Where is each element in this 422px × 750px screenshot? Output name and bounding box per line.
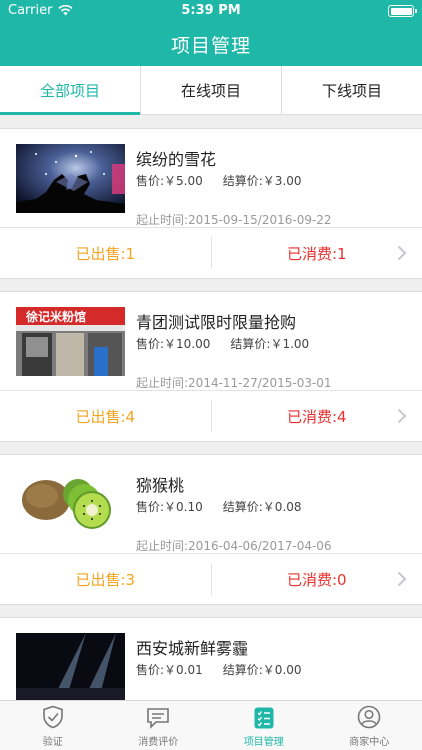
consumed-count: 已消费:1 <box>286 244 347 263</box>
project-card-stats[interactable]: 已出售:3 已消费:0 <box>0 554 422 604</box>
project-prices: 售价:￥0.10 结算价:￥0.08 <box>136 498 302 515</box>
project-card[interactable]: 西安城新鲜雾霾 售价:￥0.01 结算价:￥0.00 <box>0 617 422 700</box>
tabbar-item-project-management[interactable]: 项目管理 <box>211 701 317 750</box>
checklist-icon <box>254 707 274 729</box>
chevron-right-icon[interactable] <box>397 408 407 424</box>
tabbar-item-reviews[interactable]: 消费评价 <box>106 701 212 750</box>
project-dates: 起止时间:2016-04-06/2017-04-06 <box>136 539 332 553</box>
project-name: 西安城新鲜雾霾 <box>136 639 249 658</box>
project-card-stats[interactable]: 已出售:1 已消费:1 <box>0 228 422 278</box>
project-card-main[interactable]: 西安城新鲜雾霾 售价:￥0.01 结算价:￥0.00 <box>0 618 422 700</box>
chevron-right-icon[interactable] <box>397 571 407 587</box>
sale-price: 售价:￥0.01 <box>136 663 203 677</box>
battery-icon <box>388 5 417 17</box>
project-dates: 起止时间:2015-09-15/2016-09-22 <box>136 213 332 227</box>
project-name: 缤纷的雪花 <box>136 150 217 169</box>
sale-price: 售价:￥10.00 <box>136 337 211 351</box>
project-card[interactable]: 缤纷的雪花 售价:￥5.00 结算价:￥3.00 起止时间:2015-09-15… <box>0 128 422 279</box>
comment-icon <box>147 708 170 729</box>
sale-price: 售价:￥0.10 <box>136 500 203 514</box>
project-name: 猕猴桃 <box>136 476 185 495</box>
tab-online-projects[interactable]: 在线项目 <box>141 66 282 114</box>
project-card[interactable]: 徐记米粉馆 青团测试限时限量抢购 售价:￥10.00 结算价:￥1.00 起止时… <box>0 291 422 442</box>
project-name: 青团测试限时限量抢购 <box>136 313 297 332</box>
sold-count: 已出售:3 <box>0 563 212 595</box>
project-card-main[interactable]: 徐记米粉馆 青团测试限时限量抢购 售价:￥10.00 结算价:￥1.00 起止时… <box>0 292 422 391</box>
project-list: 缤纷的雪花 售价:￥5.00 结算价:￥3.00 起止时间:2015-09-15… <box>0 116 422 700</box>
concert-hands-image <box>16 144 125 213</box>
storefront-sign-text: 徐记米粉馆 <box>25 309 86 324</box>
tab-offline-projects[interactable]: 下线项目 <box>282 66 422 114</box>
tabbar-item-verify[interactable]: 验证 <box>0 701 106 750</box>
sold-count: 已出售:4 <box>0 400 212 432</box>
project-prices: 售价:￥0.01 结算价:￥0.00 <box>136 661 302 678</box>
kiwi-image <box>16 470 125 539</box>
status-time: 5:39 PM <box>181 3 241 18</box>
project-card-main[interactable]: 缤纷的雪花 售价:￥5.00 结算价:￥3.00 起止时间:2015-09-15… <box>0 129 422 228</box>
tabbar-label: 商家中心 <box>349 737 390 748</box>
status-bar: Carrier 5:39 PM <box>0 0 422 22</box>
settle-price: 结算价:￥1.00 <box>230 337 310 351</box>
consumed-count: 已消费:0 <box>286 570 347 589</box>
settle-price: 结算价:￥0.08 <box>222 500 302 514</box>
top-bar: Carrier 5:39 PM 项目管理 <box>0 0 422 66</box>
tab-all-projects[interactable]: 全部项目 <box>0 66 141 115</box>
consumed-count: 已消费:4 <box>286 407 347 426</box>
tabbar-label: 验证 <box>42 737 63 748</box>
bottom-tab-bar: 验证 消费评价 项目管理 商家中心 <box>0 700 422 750</box>
project-prices: 售价:￥10.00 结算价:￥1.00 <box>136 335 309 352</box>
project-card-main[interactable]: 猕猴桃 售价:￥0.10 结算价:￥0.08 起止时间:2016-04-06/2… <box>0 455 422 554</box>
settle-price: 结算价:￥0.00 <box>222 663 302 677</box>
user-circle-icon <box>357 705 381 729</box>
storefront-image: 徐记米粉馆 <box>16 307 125 376</box>
sale-price: 售价:￥5.00 <box>136 174 203 188</box>
tabbar-label: 项目管理 <box>243 737 284 748</box>
project-prices: 售价:￥5.00 结算价:￥3.00 <box>136 172 302 189</box>
sold-count: 已出售:1 <box>0 237 212 269</box>
shield-check-icon <box>42 705 63 729</box>
tabbar-label: 消费评价 <box>138 737 179 748</box>
settle-price: 结算价:￥3.00 <box>222 174 302 188</box>
tabbar-item-merchant-center[interactable]: 商家中心 <box>317 701 422 750</box>
project-card[interactable]: 猕猴桃 售价:￥0.10 结算价:￥0.08 起止时间:2016-04-06/2… <box>0 454 422 605</box>
project-dates: 起止时间:2014-11-27/2015-03-01 <box>136 376 332 390</box>
stage-lights-image <box>16 633 125 700</box>
chevron-right-icon[interactable] <box>397 245 407 261</box>
filter-tabs: 全部项目 在线项目 下线项目 <box>0 66 422 115</box>
project-card-stats[interactable]: 已出售:4 已消费:4 <box>0 391 422 441</box>
page-title: 项目管理 <box>170 35 251 57</box>
